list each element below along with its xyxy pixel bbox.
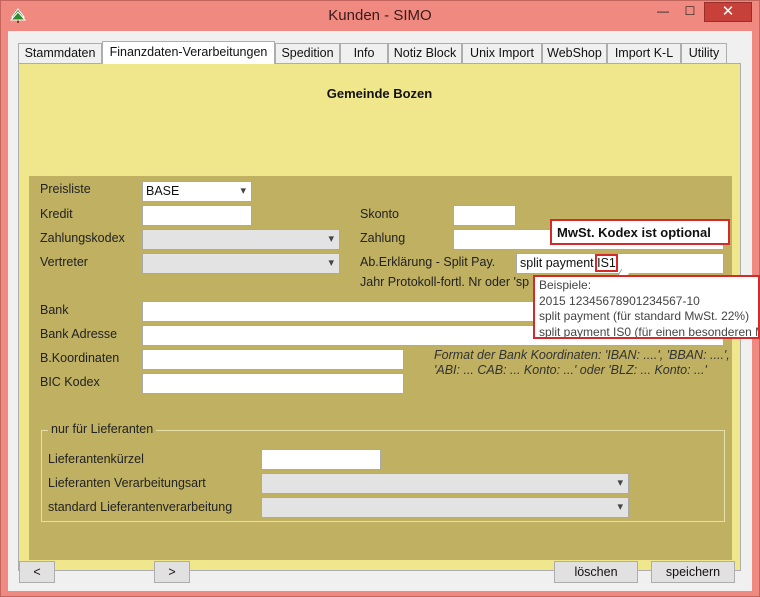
tab-webshop[interactable]: WebShop <box>542 43 607 63</box>
app-window: Kunden - SIMO — ☐ ✕ Stammdaten Finanzdat… <box>0 0 760 597</box>
split-value-code: IS1 <box>595 254 618 272</box>
preisliste-label: Preisliste <box>40 182 91 196</box>
lieferanten-group: nur für Lieferanten Lieferantenkürzel Li… <box>41 422 725 522</box>
minimize-button[interactable]: — <box>650 2 676 22</box>
bank-adresse-label: Bank Adresse <box>40 327 118 341</box>
koordinaten-label: B.Koordinaten <box>40 351 120 365</box>
chevron-down-icon: ▾ <box>328 257 334 269</box>
vertreter-select[interactable]: ▾ <box>142 253 340 274</box>
standard-verarbeitung-label: standard Lieferantenverarbeitung <box>48 500 233 514</box>
lieferantenkuerzel-input[interactable] <box>261 449 381 470</box>
save-button[interactable]: speichern <box>651 561 735 583</box>
chevron-down-icon: ▾ <box>617 477 623 489</box>
split-value-prefix: split payment <box>520 256 598 270</box>
mwst-callout: MwSt. Kodex ist optional <box>550 219 730 245</box>
delete-button[interactable]: löschen <box>554 561 638 583</box>
verarbeitungsart-label: Lieferanten Verarbeitungsart <box>48 476 206 490</box>
next-button[interactable]: > <box>154 561 190 583</box>
chevron-down-icon: ▾ <box>240 185 246 197</box>
chevron-down-icon: ▾ <box>617 501 623 513</box>
lieferantenkuerzel-label: Lieferantenkürzel <box>48 452 144 466</box>
format-hint: Format der Bank Koordinaten: 'IBAN: ....… <box>434 348 730 377</box>
page-heading: Gemeinde Bozen <box>326 86 433 101</box>
bank-label: Bank <box>40 303 69 317</box>
kredit-label: Kredit <box>40 207 73 221</box>
verarbeitungsart-select[interactable]: ▾ <box>261 473 629 494</box>
tab-unix-import[interactable]: Unix Import <box>462 43 542 63</box>
kredit-input[interactable] <box>142 205 252 226</box>
lieferanten-legend: nur für Lieferanten <box>48 422 157 436</box>
window-title: Kunden - SIMO <box>328 7 432 24</box>
tooltip-line: split payment IS0 (für einen besonderen … <box>539 324 760 339</box>
prev-button[interactable]: < <box>19 561 55 583</box>
bic-label: BIC Kodex <box>40 375 100 389</box>
skonto-label: Skonto <box>360 207 399 221</box>
zahlungskodex-label: Zahlungskodex <box>40 231 125 245</box>
jahr-protokoll-label: Jahr Protokoll-fortl. Nr oder 'sp <box>360 275 530 289</box>
bic-input[interactable] <box>142 373 404 394</box>
skonto-input[interactable] <box>453 205 516 226</box>
tooltip-line: Beispiele: <box>539 278 592 292</box>
maximize-button[interactable]: ☐ <box>677 2 703 22</box>
zahlungskodex-select[interactable]: ▾ <box>142 229 340 250</box>
split-label: Ab.Erklärung - Split Pay. <box>360 255 496 269</box>
tab-spedition[interactable]: Spedition <box>275 43 340 63</box>
vertreter-label: Vertreter <box>40 255 88 269</box>
tab-finanzdaten-verarbeitungen[interactable]: Finanzdaten-Verarbeitungen <box>102 41 275 64</box>
tooltip-line: 2015 12345678901234567-10 <box>539 293 700 308</box>
close-button[interactable]: ✕ <box>704 2 752 22</box>
zahlung-label: Zahlung <box>360 231 406 245</box>
tab-import-k-l[interactable]: Import K-L <box>607 43 681 63</box>
standard-verarbeitung-select[interactable]: ▾ <box>261 497 629 518</box>
preisliste-select[interactable]: BASE ▾ <box>142 181 252 202</box>
tab-info[interactable]: Info <box>340 43 388 63</box>
tab-stammdaten[interactable]: Stammdaten <box>18 43 102 63</box>
koordinaten-input[interactable] <box>142 349 404 370</box>
chevron-down-icon: ▾ <box>328 233 334 245</box>
tab-notiz-block[interactable]: Notiz Block <box>388 43 462 63</box>
tooltip-line: split payment (für standard MwSt. 22%) <box>539 309 750 323</box>
preisliste-value: BASE <box>146 184 180 198</box>
tab-utility[interactable]: Utility <box>681 43 727 63</box>
examples-tooltip: Beispiele: 2015 12345678901234567-10 spl… <box>533 275 760 339</box>
title-bar[interactable]: Kunden - SIMO — ☐ ✕ <box>1 1 759 31</box>
